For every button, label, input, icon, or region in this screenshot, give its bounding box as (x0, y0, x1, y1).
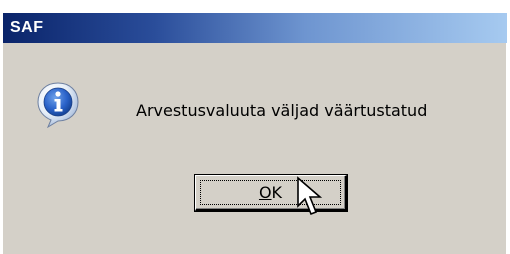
ok-mnemonic: O (258, 183, 272, 202)
arrow-cursor-icon (297, 176, 323, 216)
window-title: SAF (10, 19, 44, 36)
dialog-message: Arvestusvaluuta väljad väärtustatud (136, 101, 428, 120)
ok-button-label: OK (259, 183, 282, 202)
ok-label-rest: K (271, 183, 283, 202)
info-icon (37, 82, 79, 128)
title-bar[interactable]: SAF (3, 13, 507, 43)
message-dialog: SAF Arvestusvaluuta väljad väärtustatud … (2, 12, 507, 254)
